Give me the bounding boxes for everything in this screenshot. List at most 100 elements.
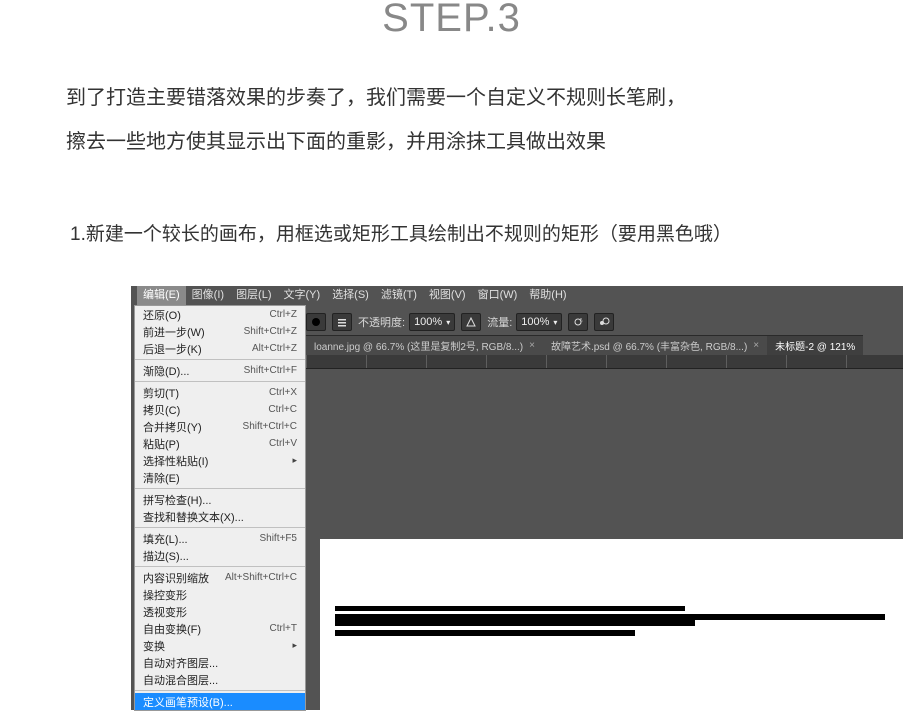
menu-filter[interactable]: 滤镜(T) — [375, 286, 423, 305]
menu-item-copy[interactable]: 拷贝(C) Ctrl+C — [135, 401, 305, 418]
menu-item-shortcut: Ctrl+Z — [270, 309, 298, 320]
menu-item-label: 自动对齐图层... — [143, 655, 218, 671]
menu-separator — [135, 690, 305, 691]
menu-item-undo[interactable]: 还原(O) Ctrl+Z — [135, 306, 305, 323]
menu-type[interactable]: 文字(Y) — [278, 286, 327, 305]
menu-item-label: 粘贴(P) — [143, 436, 180, 452]
menu-separator — [135, 527, 305, 528]
menu-item-free-transform[interactable]: 自由变换(F) Ctrl+T — [135, 620, 305, 637]
menu-window[interactable]: 窗口(W) — [472, 286, 524, 305]
menu-item-label: 描边(S)... — [143, 548, 189, 564]
menu-view[interactable]: 视图(V) — [423, 286, 472, 305]
menu-item-label: 自由变换(F) — [143, 621, 201, 637]
flow-value: 100% — [521, 316, 549, 328]
menu-item-auto-align[interactable]: 自动对齐图层... — [135, 654, 305, 671]
menu-edit[interactable]: 编辑(E) — [137, 286, 186, 305]
step-title: STEP.3 — [0, 0, 903, 41]
doc-tab-2[interactable]: 故障艺术.psd @ 66.7% (丰富杂色, RGB/8...) × — [543, 335, 767, 355]
menu-item-shortcut: Shift+F5 — [259, 533, 297, 544]
chevron-down-icon: ▾ — [446, 318, 450, 327]
menu-item-puppet-warp[interactable]: 操控变形 — [135, 586, 305, 603]
doc-tab-label: 故障艺术.psd @ 66.7% (丰富杂色, RGB/8...) — [551, 338, 747, 353]
menu-item-label: 后退一步(K) — [143, 341, 202, 357]
menu-help[interactable]: 帮助(H) — [523, 286, 572, 305]
close-icon[interactable]: × — [753, 340, 759, 351]
menu-item-clear[interactable]: 清除(E) — [135, 469, 305, 486]
menu-separator — [135, 488, 305, 489]
menu-item-label: 剪切(T) — [143, 385, 179, 401]
menu-item-label: 内容识别缩放 — [143, 570, 209, 586]
flow-combo[interactable]: 100% ▾ — [516, 313, 562, 331]
menu-item-shortcut: Ctrl+C — [268, 404, 297, 415]
menu-item-fade[interactable]: 渐隐(D)... Shift+Ctrl+F — [135, 362, 305, 379]
menu-item-stroke[interactable]: 描边(S)... — [135, 547, 305, 564]
menu-item-shortcut: Alt+Shift+Ctrl+C — [225, 572, 297, 583]
menu-item-shortcut: Ctrl+V — [269, 438, 297, 449]
intro-line-1: 到了打造主要错落效果的步奏了，我们需要一个自定义不规则长笔刷， — [66, 76, 837, 120]
doc-tab-3[interactable]: 未标题-2 @ 121% — [767, 335, 863, 355]
menu-item-label: 透视变形 — [143, 604, 187, 620]
instruction-line: 1.新建一个较长的画布，用框选或矩形工具绘制出不规则的矩形（要用黑色哦） — [70, 219, 837, 246]
menu-item-shortcut: Ctrl+X — [269, 387, 297, 398]
menu-item-perspective-warp[interactable]: 透视变形 — [135, 603, 305, 620]
menu-item-cut[interactable]: 剪切(T) Ctrl+X — [135, 384, 305, 401]
menu-item-fill[interactable]: 填充(L)... Shift+F5 — [135, 530, 305, 547]
chevron-down-icon: ▾ — [553, 318, 557, 327]
menu-item-label: 自动混合图层... — [143, 672, 218, 688]
opacity-combo[interactable]: 100% ▾ — [409, 313, 455, 331]
menu-item-label: 查找和替换文本(X)... — [143, 509, 244, 525]
menu-item-paste-special[interactable]: 选择性粘贴(I) — [135, 452, 305, 469]
doc-tab-label: loanne.jpg @ 66.7% (这里是复制2号, RGB/8...) — [314, 338, 523, 353]
menu-item-copy-merged[interactable]: 合并拷贝(Y) Shift+Ctrl+C — [135, 418, 305, 435]
menu-item-define-brush-preset[interactable]: 定义画笔预设(B)... — [135, 693, 305, 710]
doc-tab-1[interactable]: loanne.jpg @ 66.7% (这里是复制2号, RGB/8...) × — [306, 335, 543, 355]
photoshop-screenshot: 编辑(E) 图像(I) 图层(L) 文字(Y) 选择(S) 滤镜(T) 视图(V… — [131, 286, 903, 710]
menu-item-shortcut: Alt+Ctrl+Z — [252, 343, 297, 354]
menu-separator — [135, 381, 305, 382]
pressure-opacity-icon[interactable] — [461, 313, 481, 331]
menu-item-find-replace[interactable]: 查找和替换文本(X)... — [135, 508, 305, 525]
menu-item-label: 操控变形 — [143, 587, 187, 603]
menu-image[interactable]: 图像(I) — [186, 286, 230, 305]
menu-item-label: 定义画笔预设(B)... — [143, 694, 233, 710]
menu-separator — [135, 566, 305, 567]
menu-item-step-backward[interactable]: 后退一步(K) Alt+Ctrl+Z — [135, 340, 305, 357]
menu-item-auto-blend[interactable]: 自动混合图层... — [135, 671, 305, 688]
doc-tab-label: 未标题-2 @ 121% — [775, 338, 855, 353]
opacity-label: 不透明度: — [358, 314, 405, 330]
menu-item-content-aware-scale[interactable]: 内容识别缩放 Alt+Shift+Ctrl+C — [135, 569, 305, 586]
menubar: 编辑(E) 图像(I) 图层(L) 文字(Y) 选择(S) 滤镜(T) 视图(V… — [131, 286, 903, 305]
black-bar — [695, 614, 885, 620]
pressure-size-icon[interactable] — [594, 313, 614, 331]
menu-separator — [135, 359, 305, 360]
menu-item-label: 合并拷贝(Y) — [143, 419, 202, 435]
menu-item-label: 清除(E) — [143, 470, 180, 486]
menu-item-label: 拷贝(C) — [143, 402, 180, 418]
document-white-canvas — [320, 539, 903, 710]
document-tabs: loanne.jpg @ 66.7% (这里是复制2号, RGB/8...) ×… — [306, 335, 863, 355]
black-bar — [335, 614, 695, 626]
close-icon[interactable]: × — [529, 340, 535, 351]
airbrush-icon[interactable] — [568, 313, 588, 331]
menu-item-label: 前进一步(W) — [143, 324, 205, 340]
canvas-viewport[interactable] — [320, 369, 903, 710]
menu-item-shortcut: Shift+Ctrl+C — [243, 421, 297, 432]
menu-item-shortcut: Ctrl+T — [270, 623, 298, 634]
menu-item-spellcheck[interactable]: 拼写检查(H)... — [135, 491, 305, 508]
brush-preset-swatch[interactable] — [306, 313, 326, 331]
intro-line-2: 擦去一些地方使其显示出下面的重影，并用涂抹工具做出效果 — [66, 120, 837, 164]
menu-item-label: 选择性粘贴(I) — [143, 453, 208, 469]
menu-select[interactable]: 选择(S) — [326, 286, 375, 305]
menu-item-label: 拼写检查(H)... — [143, 492, 211, 508]
menu-item-label: 还原(O) — [143, 307, 181, 323]
menu-item-shortcut: Shift+Ctrl+F — [244, 365, 297, 376]
menu-item-label: 变换 — [143, 638, 165, 654]
menu-item-shortcut: Shift+Ctrl+Z — [244, 326, 297, 337]
menu-item-transform[interactable]: 变换 — [135, 637, 305, 654]
menu-item-label: 渐隐(D)... — [143, 363, 189, 379]
menu-item-step-forward[interactable]: 前进一步(W) Shift+Ctrl+Z — [135, 323, 305, 340]
menu-item-paste[interactable]: 粘贴(P) Ctrl+V — [135, 435, 305, 452]
brush-panel-toggle-icon[interactable] — [332, 313, 352, 331]
menu-layer[interactable]: 图层(L) — [230, 286, 277, 305]
opacity-value: 100% — [414, 316, 442, 328]
